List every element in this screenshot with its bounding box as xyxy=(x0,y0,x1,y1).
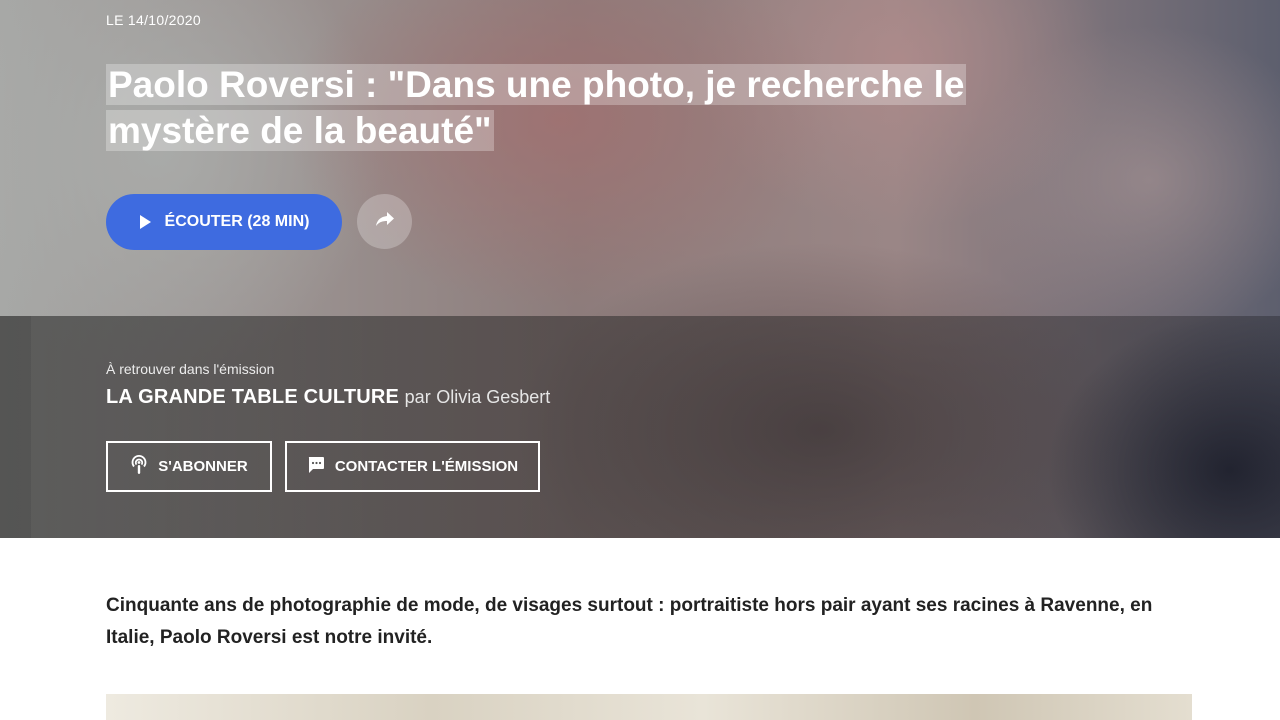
play-icon xyxy=(139,215,151,229)
contact-button[interactable]: CONTACTER L'ÉMISSION xyxy=(285,441,540,492)
emission-name-link[interactable]: LA GRANDE TABLE CULTURE xyxy=(106,386,399,408)
listen-button[interactable]: ÉCOUTER (28 MIN) xyxy=(106,194,342,250)
article-title: Paolo Roversi : "Dans une photo, je rech… xyxy=(106,62,1006,154)
share-icon xyxy=(375,211,395,232)
emission-host-link[interactable]: Olivia Gesbert xyxy=(436,387,550,407)
hero-banner: LE 14/10/2020 Paolo Roversi : "Dans une … xyxy=(0,0,1280,538)
share-button[interactable] xyxy=(357,194,412,249)
message-icon xyxy=(307,456,325,478)
band-edge xyxy=(0,316,31,538)
hero-background xyxy=(0,0,1280,316)
subscribe-button[interactable]: S'ABONNER xyxy=(106,441,272,492)
article-intro: Cinquante ans de photographie de mode, d… xyxy=(106,595,1153,648)
article-photo xyxy=(106,694,1192,720)
page: LE 14/10/2020 Paolo Roversi : "Dans une … xyxy=(0,0,1280,720)
subscribe-label: S'ABONNER xyxy=(158,458,248,475)
contact-label: CONTACTER L'ÉMISSION xyxy=(334,458,519,475)
emission-by: par xyxy=(404,387,431,407)
emission-intro: À retrouver dans l'émission xyxy=(106,361,275,377)
article-title-text: Paolo Roversi : "Dans une photo, je rech… xyxy=(106,64,967,151)
podcast-icon xyxy=(130,454,148,480)
emission-line: LA GRANDE TABLE CULTURE par Olivia Gesbe… xyxy=(106,386,550,409)
listen-label: ÉCOUTER (28 MIN) xyxy=(164,213,310,230)
article-date: LE 14/10/2020 xyxy=(106,12,201,28)
emission-band xyxy=(0,316,1280,538)
